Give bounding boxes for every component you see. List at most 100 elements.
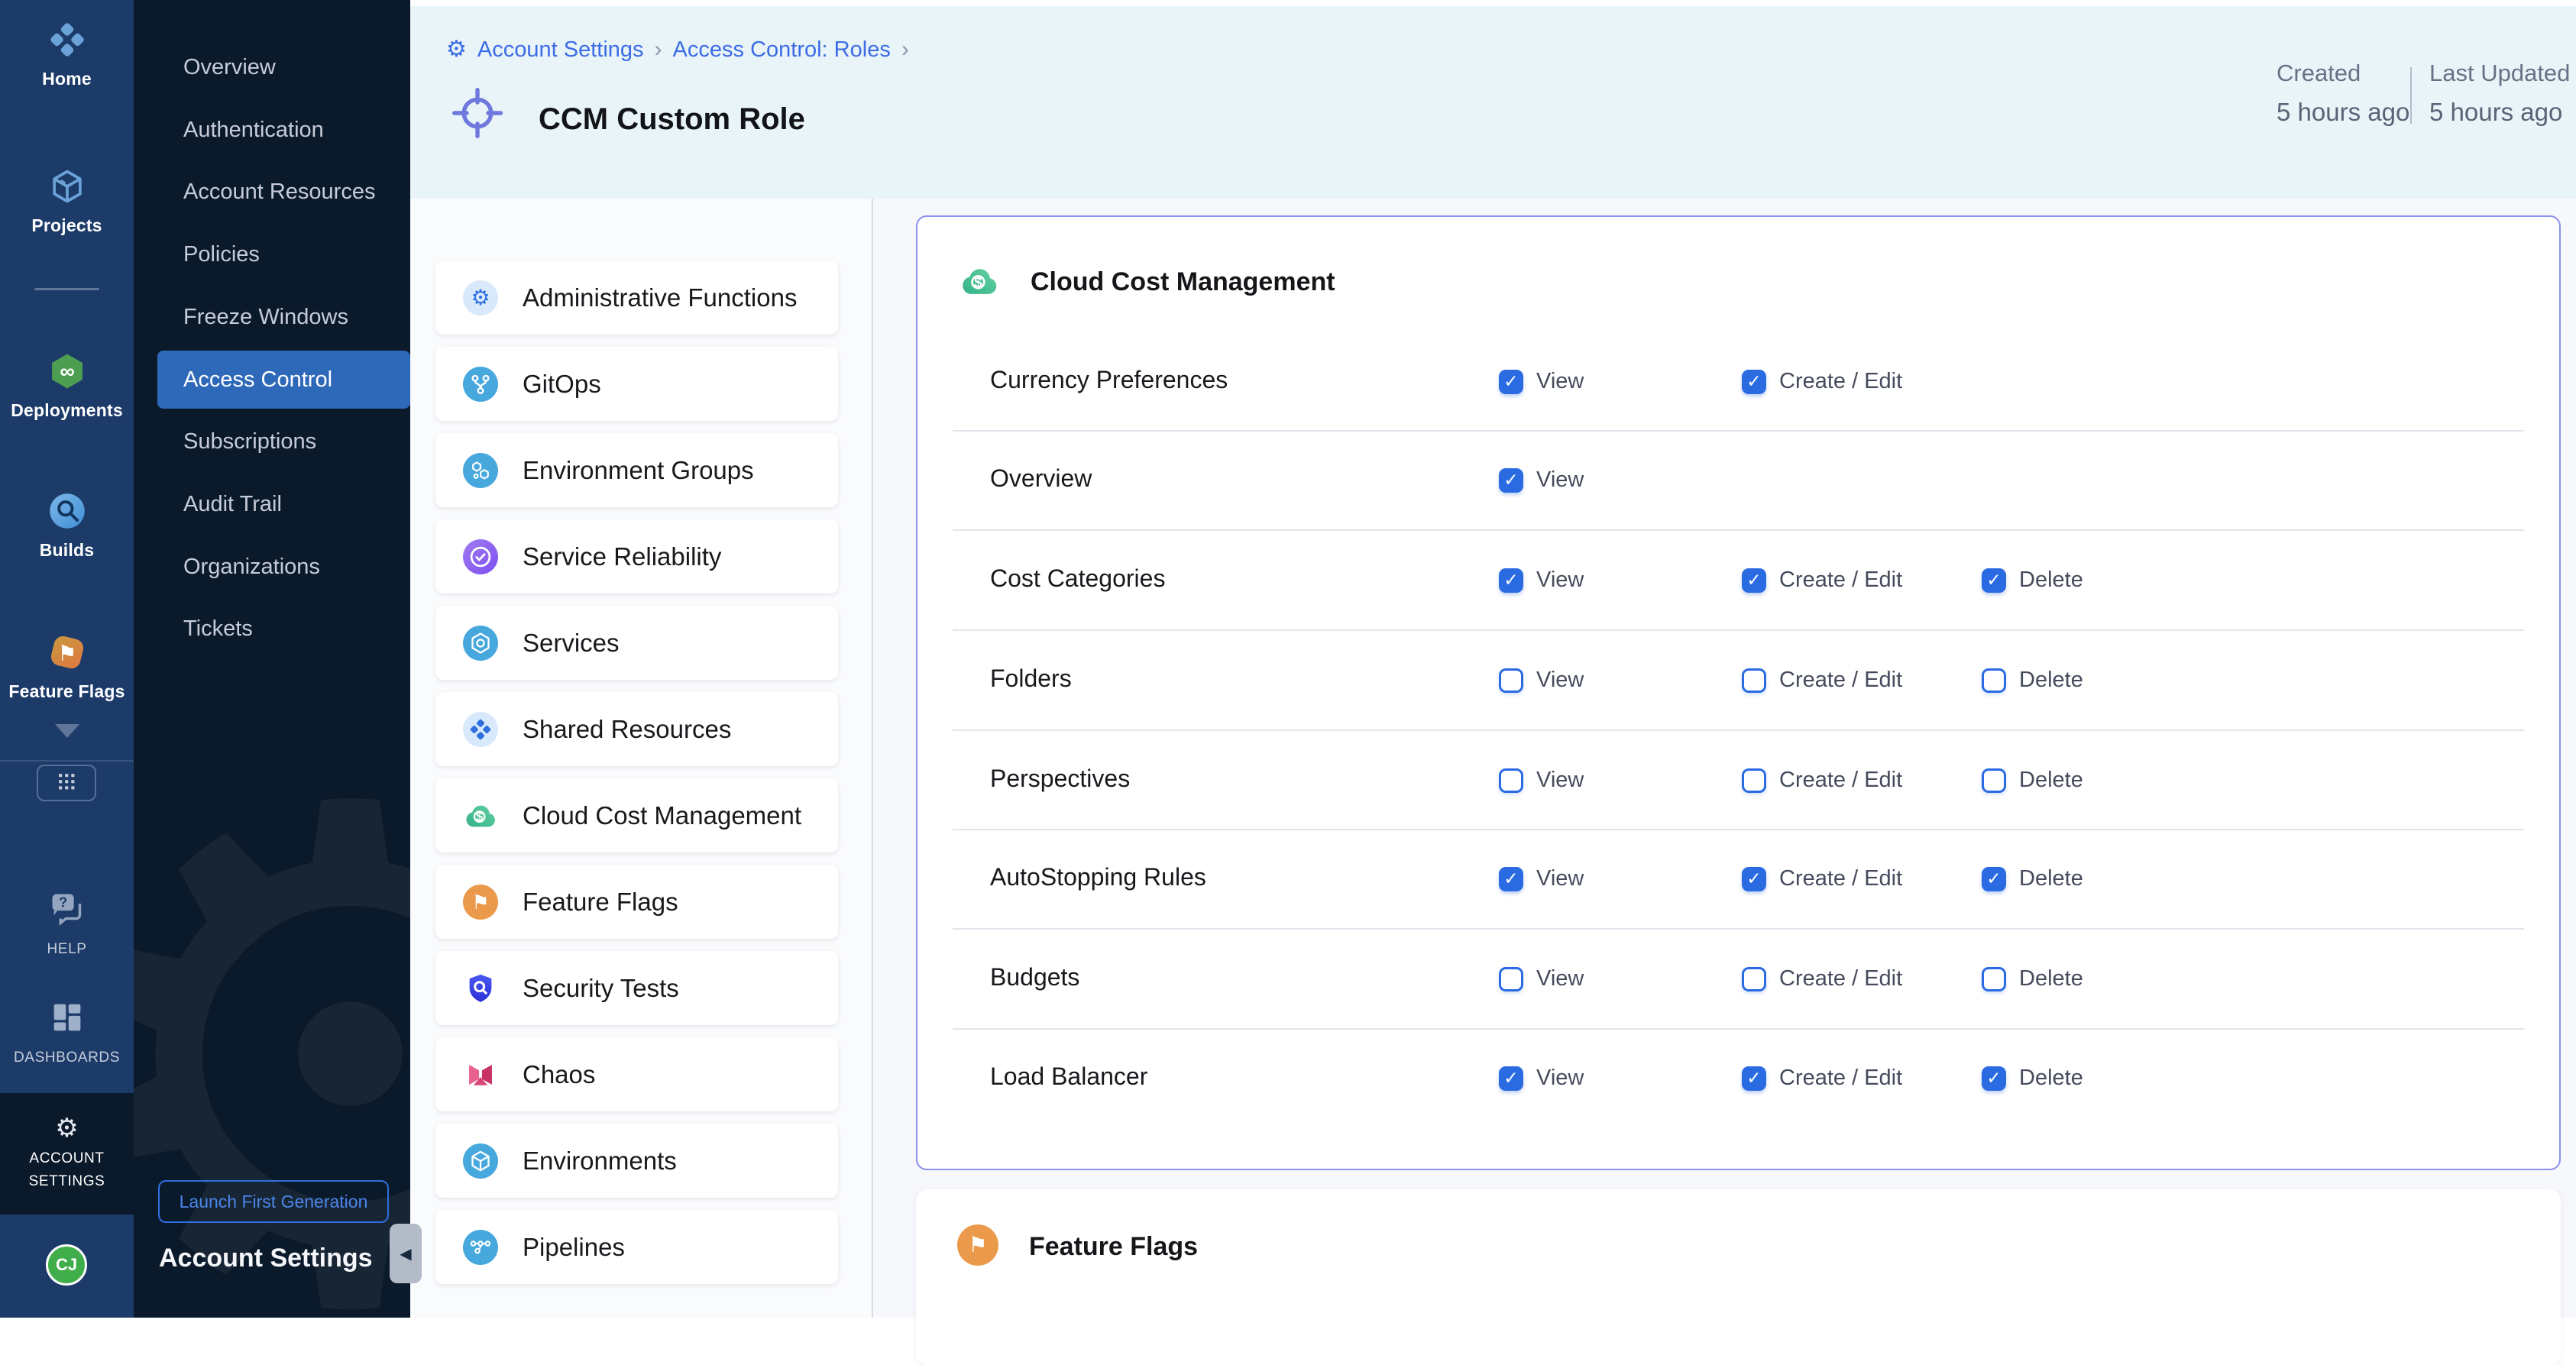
resource-group-services[interactable]: Services bbox=[435, 606, 838, 680]
checkbox-unchecked[interactable] bbox=[1742, 967, 1766, 991]
checkbox-checked[interactable]: ✓ bbox=[1499, 1066, 1523, 1091]
permission-cost-categories-view[interactable]: ✓View bbox=[1499, 568, 1584, 593]
nav-item-policies[interactable]: Policies bbox=[134, 225, 410, 283]
permission-perspectives-delete[interactable]: Delete bbox=[1982, 768, 2083, 793]
permission-row-label: Budgets bbox=[990, 963, 1079, 991]
checkbox-checked[interactable]: ✓ bbox=[1499, 867, 1523, 891]
rail-item-label: Home bbox=[42, 69, 92, 89]
sidebar-item-deployments[interactable]: ∞Deployments bbox=[0, 351, 134, 421]
sidebar-item-account-settings[interactable]: ⚙ ACCOUNT SETTINGS bbox=[0, 1093, 134, 1215]
permission-budgets-delete[interactable]: Delete bbox=[1982, 966, 2083, 991]
breadcrumb-access-control-roles[interactable]: Access Control: Roles bbox=[673, 37, 891, 63]
launch-first-generation-button[interactable]: Launch First Generation bbox=[158, 1180, 389, 1223]
checkbox-unchecked[interactable] bbox=[1499, 768, 1523, 793]
permission-cost-categories-delete[interactable]: ✓Delete bbox=[1982, 568, 2083, 593]
resource-group-label: Chaos bbox=[523, 1060, 595, 1089]
gear-icon: ⚙ bbox=[446, 38, 467, 61]
resource-group-administrative-functions[interactable]: ⚙ Administrative Functions bbox=[435, 260, 838, 335]
checkbox-unchecked[interactable] bbox=[1742, 668, 1766, 693]
checkbox-checked[interactable]: ✓ bbox=[1742, 370, 1766, 394]
sidebar-item-help[interactable]: ?HELP bbox=[0, 889, 134, 961]
nav-item-account-resources[interactable]: Account Resources bbox=[134, 163, 410, 221]
resource-group-shared-resources[interactable]: Shared Resources bbox=[435, 692, 838, 766]
nav-item-organizations[interactable]: Organizations bbox=[134, 538, 410, 596]
gear-icon: ⚙ bbox=[463, 280, 498, 315]
resource-group-environment-groups[interactable]: Environment Groups bbox=[435, 433, 838, 507]
permission-load-balancer-view[interactable]: ✓View bbox=[1499, 1066, 1584, 1091]
nav-item-overview[interactable]: Overview bbox=[134, 38, 410, 96]
checkbox-unchecked[interactable] bbox=[1742, 768, 1766, 793]
resource-group-gitops[interactable]: GitOps bbox=[435, 347, 838, 421]
checkbox-label: Delete bbox=[2019, 768, 2083, 793]
checkbox-checked[interactable]: ✓ bbox=[1982, 568, 2006, 593]
checkbox-checked[interactable]: ✓ bbox=[1499, 568, 1523, 593]
checkbox-checked[interactable]: ✓ bbox=[1499, 468, 1523, 493]
permission-overview-view[interactable]: ✓View bbox=[1499, 467, 1584, 493]
svg-text:$: $ bbox=[476, 810, 483, 823]
module-grid-button[interactable] bbox=[37, 765, 96, 801]
page-header: ⚙ Account Settings › Access Control: Rol… bbox=[410, 6, 2576, 199]
resource-group-cloud-cost-management[interactable]: $Cloud Cost Management bbox=[435, 778, 838, 852]
sidebar-item-home[interactable]: Home bbox=[0, 20, 134, 89]
permission-folders-view[interactable]: View bbox=[1499, 668, 1584, 693]
permission-currency-preferences-create-edit[interactable]: ✓Create / Edit bbox=[1742, 369, 1902, 394]
permission-autostopping-rules-create-edit[interactable]: ✓Create / Edit bbox=[1742, 866, 1902, 891]
gear-icon: ⚙ bbox=[55, 1115, 78, 1141]
permission-load-balancer-create-edit[interactable]: ✓Create / Edit bbox=[1742, 1066, 1902, 1091]
checkbox-checked[interactable]: ✓ bbox=[1742, 1066, 1766, 1091]
permission-budgets-create-edit[interactable]: Create / Edit bbox=[1742, 966, 1902, 991]
resource-group-feature-flags[interactable]: ⚑Feature Flags bbox=[435, 865, 838, 939]
permission-load-balancer-delete[interactable]: ✓Delete bbox=[1982, 1066, 2083, 1091]
permission-perspectives-create-edit[interactable]: Create / Edit bbox=[1742, 768, 1902, 793]
resource-group-environments[interactable]: Environments bbox=[435, 1124, 838, 1198]
sidebar-item-builds[interactable]: Builds bbox=[0, 491, 134, 561]
row-divider bbox=[953, 928, 2524, 930]
resource-group-pipelines[interactable]: Pipelines bbox=[435, 1210, 838, 1284]
sidebar-item-projects[interactable]: Projects bbox=[0, 167, 134, 236]
permission-currency-preferences-view[interactable]: ✓ View bbox=[1499, 369, 1584, 394]
resource-group-label: Administrative Functions bbox=[523, 283, 797, 312]
permission-cost-categories-create-edit[interactable]: ✓Create / Edit bbox=[1742, 568, 1902, 593]
permission-folders-create-edit[interactable]: Create / Edit bbox=[1742, 668, 1902, 693]
git-branch-icon bbox=[463, 367, 498, 402]
checkbox-checked[interactable]: ✓ bbox=[1982, 1066, 2006, 1091]
permission-autostopping-rules-delete[interactable]: ✓Delete bbox=[1982, 866, 2083, 891]
feature-flag-square-icon: ⚑ bbox=[47, 632, 87, 672]
checkbox-unchecked[interactable] bbox=[1982, 668, 2006, 693]
permission-perspectives-view[interactable]: View bbox=[1499, 768, 1584, 793]
cube-white-icon bbox=[463, 1143, 498, 1179]
nav-item-freeze-windows[interactable]: Freeze Windows bbox=[134, 288, 410, 346]
permission-autostopping-rules-view[interactable]: ✓View bbox=[1499, 866, 1584, 891]
checkbox-checked[interactable]: ✓ bbox=[1742, 867, 1766, 891]
resource-group-service-reliability[interactable]: Service Reliability bbox=[435, 519, 838, 594]
dashboards-grid-icon bbox=[47, 998, 87, 1037]
account-settings-nav: ⚙ OverviewAuthenticationAccount Resource… bbox=[134, 0, 410, 1318]
nav-item-subscriptions[interactable]: Subscriptions bbox=[134, 412, 410, 471]
permissions-panel: $ Cloud Cost Management Currency Prefere… bbox=[916, 215, 2561, 1170]
permission-row-label: Overview bbox=[990, 464, 1092, 493]
resource-group-chaos[interactable]: Chaos bbox=[435, 1037, 838, 1111]
checkbox-unchecked[interactable] bbox=[1499, 967, 1523, 991]
permission-folders-delete[interactable]: Delete bbox=[1982, 668, 2083, 693]
chevron-down-icon[interactable] bbox=[55, 724, 79, 738]
checkbox-unchecked[interactable] bbox=[1982, 967, 2006, 991]
checkbox-checked[interactable]: ✓ bbox=[1742, 568, 1766, 593]
breadcrumb-account-settings[interactable]: Account Settings bbox=[477, 37, 644, 63]
rail-item-label: Deployments bbox=[11, 400, 123, 421]
checkbox-unchecked[interactable] bbox=[1499, 668, 1523, 693]
sidebar-item-dashboards[interactable]: DASHBOARDS bbox=[0, 998, 134, 1069]
checkbox-checked[interactable]: ✓ bbox=[1499, 370, 1523, 394]
checkbox-checked[interactable]: ✓ bbox=[1982, 867, 2006, 891]
nav-item-access-control[interactable]: Access Control bbox=[157, 351, 410, 409]
checkbox-unchecked[interactable] bbox=[1982, 768, 2006, 793]
sidebar-item-feature-flags[interactable]: ⚑Feature Flags bbox=[0, 632, 134, 702]
permission-budgets-view[interactable]: View bbox=[1499, 966, 1584, 991]
nav-item-authentication[interactable]: Authentication bbox=[134, 101, 410, 159]
section-title: Cloud Cost Management bbox=[1031, 267, 1335, 297]
user-avatar[interactable]: CJ bbox=[46, 1244, 87, 1286]
nav-item-tickets[interactable]: Tickets bbox=[134, 600, 410, 658]
nav-item-audit-trail[interactable]: Audit Trail bbox=[134, 475, 410, 533]
resource-group-security-tests[interactable]: Security Tests bbox=[435, 951, 838, 1025]
checkbox-label: View bbox=[1536, 369, 1584, 394]
nav-collapse-button[interactable]: ◀ bbox=[390, 1224, 422, 1283]
